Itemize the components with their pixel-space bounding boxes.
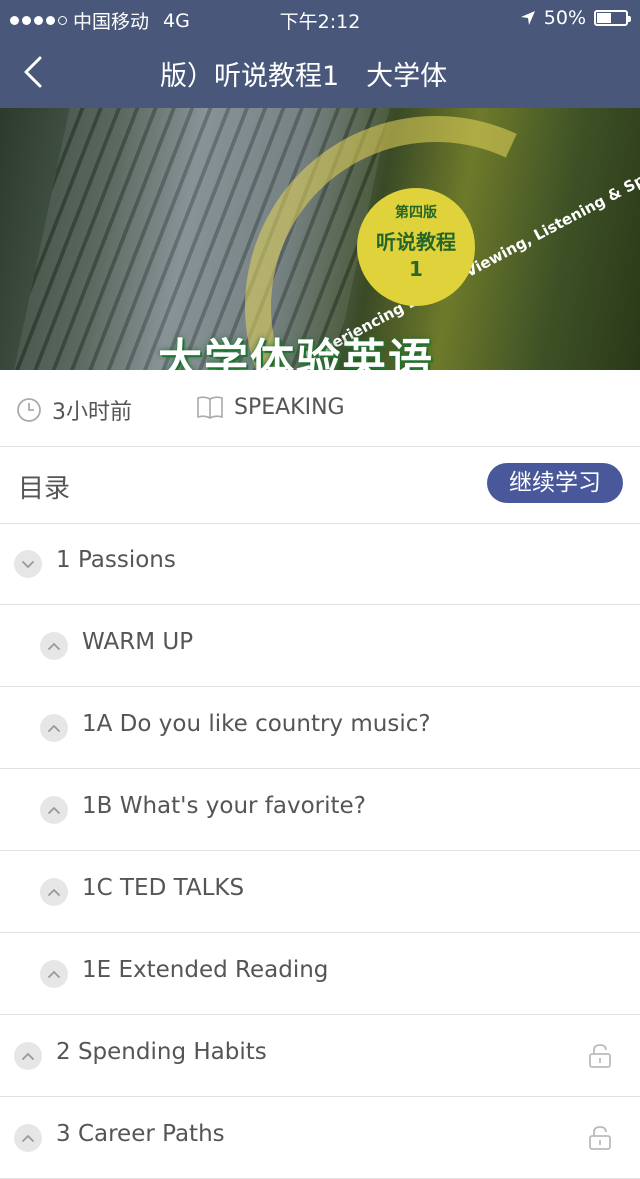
course-cover-image: Experiencing English Viewing, Listening … — [0, 108, 640, 370]
lock-icon — [588, 1125, 612, 1155]
cover-logo-text: 大学体验英语 — [158, 335, 434, 370]
chevron-up-icon[interactable] — [40, 632, 68, 660]
cover-course-name: 听说教程 — [376, 230, 456, 254]
toc-label: 目录 — [18, 474, 71, 504]
unit-label: 2 Spending Habits — [56, 1039, 267, 1065]
page-title: 版）听说教程1 大学体 — [160, 61, 448, 92]
toc-header: 目录 继续学习 — [0, 446, 640, 524]
chevron-up-icon[interactable] — [40, 796, 68, 824]
category-label: SPEAKING — [234, 394, 345, 420]
course-meta: 3小时前 SPEAKING — [0, 370, 640, 447]
list-item-lesson-warm-up[interactable]: WARM UP — [0, 605, 640, 687]
location-icon — [520, 11, 535, 25]
meta-time: 3小时前 — [16, 394, 132, 426]
list-item-lesson-1e[interactable]: 1E Extended Reading — [0, 933, 640, 1015]
chevron-left-icon — [24, 56, 42, 88]
meta-category: SPEAKING — [196, 394, 345, 420]
list-item-lesson-1b[interactable]: 1B What's your favorite? — [0, 769, 640, 851]
list-item-unit-3[interactable]: 3 Career Paths — [0, 1097, 640, 1179]
unit-label: 1A Do you like country music? — [82, 711, 431, 737]
unit-label: 1C TED TALKS — [82, 875, 245, 901]
time-ago-label: 3小时前 — [52, 400, 132, 425]
status-bar: 中国移动 4G 下午2:12 50% — [0, 0, 640, 36]
battery-icon — [594, 10, 631, 26]
unit-label: 1E Extended Reading — [82, 957, 329, 983]
unit-label: 1B What's your favorite? — [82, 793, 366, 819]
chevron-up-icon[interactable] — [40, 714, 68, 742]
list-item-lesson-1a[interactable]: 1A Do you like country music? — [0, 687, 640, 769]
list-item-unit-2[interactable]: 2 Spending Habits — [0, 1015, 640, 1097]
back-button[interactable] — [14, 52, 54, 92]
lock-icon — [588, 1043, 612, 1073]
nav-bar: 版）听说教程1 大学体 — [0, 36, 640, 108]
cover-badge: 第四版 听说教程 1 — [357, 188, 475, 306]
chevron-up-icon[interactable] — [40, 960, 68, 988]
chevron-up-icon[interactable] — [14, 1042, 42, 1070]
battery-percent: 50% — [543, 7, 586, 29]
chevron-up-icon[interactable] — [14, 1124, 42, 1152]
cover-book-number: 1 — [409, 257, 423, 281]
chevron-down-icon[interactable] — [14, 550, 42, 578]
cover-edition: 第四版 — [395, 205, 437, 221]
chevron-up-icon[interactable] — [40, 878, 68, 906]
continue-learning-button[interactable]: 继续学习 — [487, 463, 623, 503]
clock-icon — [17, 398, 41, 422]
unit-label: 3 Career Paths — [56, 1121, 225, 1147]
unit-label: WARM UP — [82, 629, 194, 655]
status-right: 50% — [520, 7, 631, 29]
list-item-unit-1[interactable]: 1 Passions — [0, 523, 640, 605]
book-icon — [197, 396, 223, 419]
unit-label: 1 Passions — [56, 547, 176, 573]
list-item-lesson-1c[interactable]: 1C TED TALKS — [0, 851, 640, 933]
